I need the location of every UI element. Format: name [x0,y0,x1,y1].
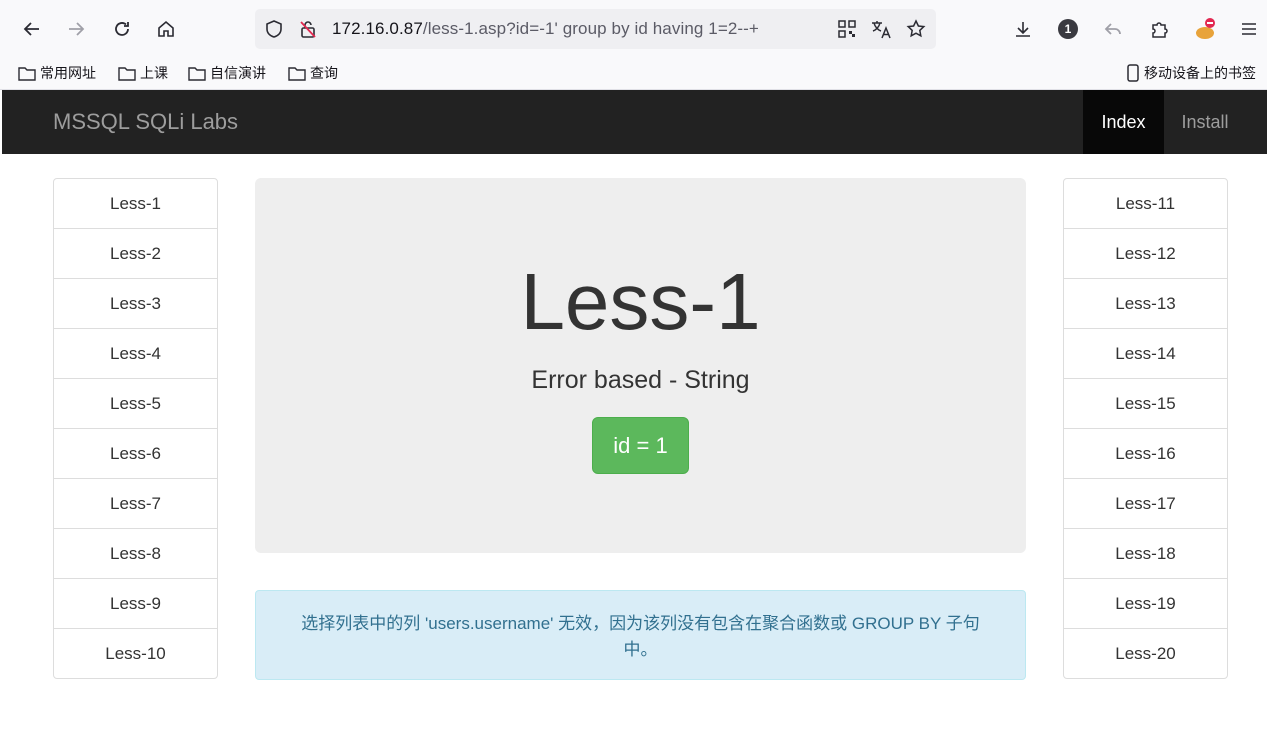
lesson-link[interactable]: Less-12 [1063,228,1228,279]
forward-button[interactable] [61,14,91,44]
lesson-link[interactable]: Less-5 [53,378,218,429]
error-alert: 选择列表中的列 'users.username' 无效，因为该列没有包含在聚合函… [255,590,1026,680]
lesson-link[interactable]: Less-15 [1063,378,1228,429]
bookmark-label: 查询 [310,65,338,81]
url-text[interactable]: 172.16.0.87/less-1.asp?id=-1' group by i… [332,19,759,39]
bookmark-label: 自信演讲 [210,65,266,81]
bookmarks-bar: 常用网址 上课 自信演讲 查询 移动设备上的书签 [0,57,1267,90]
puzzle-icon [1152,22,1168,38]
lesson-link[interactable]: Less-3 [53,278,218,329]
url-host: 172.16.0.87 [332,19,423,38]
mobile-device-icon [1127,64,1139,82]
bookmark-folder[interactable]: 常用网址 [18,63,96,83]
mobile-bookmarks-label: 移动设备上的书签 [1144,65,1256,81]
menu-button[interactable] [1234,14,1264,44]
bookmark-folder[interactable]: 上课 [118,63,168,83]
lesson-link[interactable]: Less-18 [1063,528,1228,579]
folder-icon [118,67,136,81]
lesson-link[interactable]: Less-1 [53,178,218,229]
undo-icon [1104,23,1121,35]
back-button[interactable] [17,14,47,44]
arrow-left-icon [23,22,39,36]
home-button[interactable] [151,14,181,44]
lesson-link[interactable]: Less-16 [1063,428,1228,479]
shield-icon[interactable] [263,18,285,40]
lesson-link[interactable]: Less-17 [1063,478,1228,529]
id-button[interactable]: id = 1 [592,417,689,474]
navbar: MSSQL SQLi Labs Index Install [2,90,1267,154]
fox-avatar-icon [1196,18,1215,39]
insecure-lock-icon[interactable] [297,18,319,40]
bookmark-folder[interactable]: 查询 [288,63,338,83]
lesson-link[interactable]: Less-13 [1063,278,1228,329]
lesson-link[interactable]: Less-8 [53,528,218,579]
jumbotron: Less-1 Error based - String id = 1 [255,178,1026,553]
arrow-right-icon [69,22,85,36]
right-lesson-list: Less-11 Less-12 Less-13 Less-14 Less-15 … [1063,178,1228,679]
nav-index[interactable]: Index [1083,90,1164,154]
badge-count: 1 [1058,19,1078,39]
navbar-brand[interactable]: MSSQL SQLi Labs [53,109,238,135]
undo-button[interactable] [1098,14,1128,44]
left-lesson-list: Less-1 Less-2 Less-3 Less-4 Less-5 Less-… [53,178,218,679]
star-bookmark-icon[interactable] [905,18,927,40]
folder-icon [188,67,206,81]
download-icon [1016,22,1030,37]
hamburger-icon [1242,23,1256,35]
lesson-subtitle: Error based - String [531,366,750,394]
home-icon [158,20,174,37]
lesson-link[interactable]: Less-2 [53,228,218,279]
profile-button[interactable] [1190,14,1220,44]
reload-icon [115,22,129,36]
lesson-title: Less-1 [520,257,761,346]
bookmark-label: 常用网址 [40,65,96,81]
translate-icon[interactable] [870,18,892,40]
browser-toolbar: 172.16.0.87/less-1.asp?id=-1' group by i… [0,0,1267,57]
lesson-link[interactable]: Less-10 [53,628,218,679]
mobile-bookmarks[interactable]: 移动设备上的书签 [1126,63,1256,83]
lesson-link[interactable]: Less-14 [1063,328,1228,379]
bookmark-label: 上课 [140,65,168,81]
lesson-link[interactable]: Less-9 [53,578,218,629]
qr-code-icon[interactable] [836,18,858,40]
lesson-link[interactable]: Less-20 [1063,628,1228,679]
lesson-link[interactable]: Less-11 [1063,178,1228,229]
notification-badge[interactable]: 1 [1053,14,1083,44]
lesson-link[interactable]: Less-7 [53,478,218,529]
folder-icon [18,67,36,81]
lesson-link[interactable]: Less-4 [53,328,218,379]
reload-button[interactable] [107,14,137,44]
bookmark-folder[interactable]: 自信演讲 [188,63,266,83]
lesson-link[interactable]: Less-19 [1063,578,1228,629]
extensions-button[interactable] [1144,14,1174,44]
nav-install[interactable]: Install [1164,90,1246,154]
address-bar[interactable]: 172.16.0.87/less-1.asp?id=-1' group by i… [255,9,936,49]
downloads-button[interactable] [1008,14,1038,44]
web-page: MSSQL SQLi Labs Index Install Less-1 Les… [2,90,1267,747]
folder-icon [288,67,306,81]
lesson-link[interactable]: Less-6 [53,428,218,479]
url-path: /less-1.asp?id=-1' group by id having 1=… [422,19,759,38]
